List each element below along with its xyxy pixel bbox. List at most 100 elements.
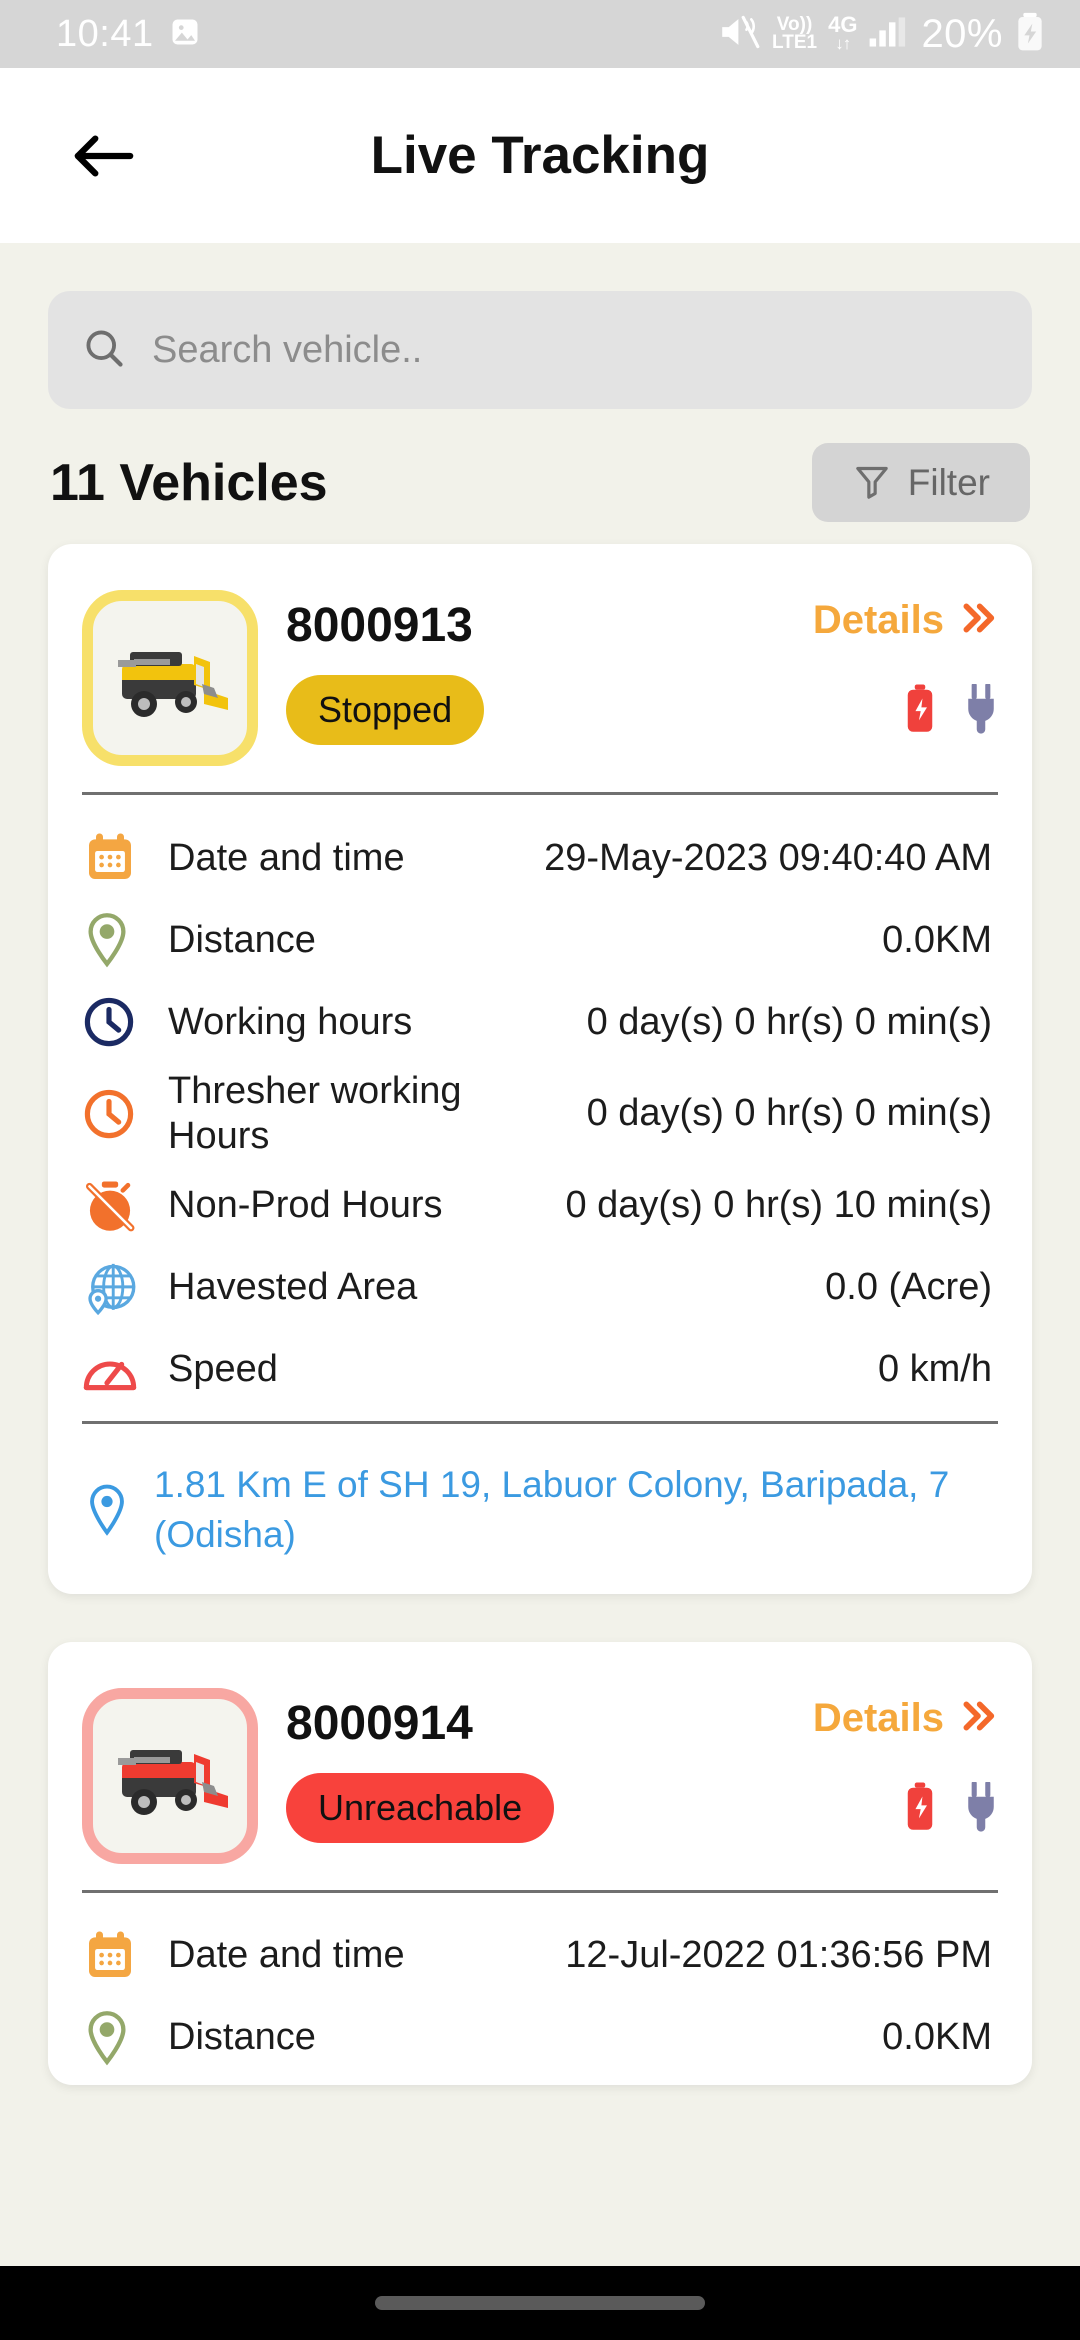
vehicle-card[interactable]: 8000913 Stopped Details Date and time 29…	[48, 544, 1032, 1594]
search-section	[48, 243, 1032, 409]
battery-icon	[906, 1781, 934, 1838]
signal-icon	[868, 15, 910, 54]
detail-label: Date and time	[168, 836, 405, 879]
detail-row: Non-Prod Hours 0 day(s) 0 hr(s) 10 min(s…	[82, 1165, 998, 1247]
detail-row: Date and time 29-May-2023 09:40:40 AM	[82, 817, 998, 899]
vehicle-thumbnail	[82, 1687, 258, 1864]
vehicle-identity: 8000913 Stopped	[286, 590, 785, 745]
details-button[interactable]: Details	[813, 598, 998, 643]
4g-icon: 4G ↓↑	[828, 12, 858, 54]
status-bar-right: Vo)) LTE1 4G ↓↑ 20%	[719, 12, 1046, 57]
details-label: Details	[812, 1695, 944, 1740]
vehicle-card-header: 8000914 Unreachable Details	[82, 1670, 998, 1886]
calendar-icon	[82, 1928, 168, 1984]
calendar-icon	[82, 830, 168, 886]
card-divider	[82, 1889, 998, 1893]
search-box[interactable]	[48, 291, 1032, 409]
map-pin-icon	[82, 2010, 168, 2066]
status-badge: Unreachable	[286, 1772, 555, 1843]
card-divider	[82, 792, 998, 795]
detail-label: Non-Prod Hours	[168, 1184, 443, 1227]
arrow-left-icon	[74, 134, 134, 177]
address-text: 1.81 Km E of SH 19, Labuor Colony, Barip…	[154, 1463, 950, 1555]
system-navigation-bar	[0, 2266, 1080, 2340]
detail-row: Date and time 12-Jul-2022 01:36:56 PM	[82, 1915, 998, 1997]
speedometer-icon	[82, 1346, 168, 1394]
app-bar: Live Tracking	[0, 68, 1080, 243]
detail-label: Thresher working Hours	[168, 1070, 462, 1157]
battery-charging-icon	[1014, 12, 1046, 57]
detail-row: Working hours 0 day(s) 0 hr(s) 0 min(s)	[82, 981, 998, 1063]
status-bar-clock: 10:41	[56, 12, 154, 55]
stopwatch-off-icon	[82, 1178, 168, 1234]
gesture-handle[interactable]	[375, 2296, 705, 2310]
detail-value: 0 day(s) 0 hr(s) 0 min(s)	[586, 1092, 992, 1135]
vehicle-card[interactable]: 8000914 Unreachable Details Date and tim…	[48, 1641, 1032, 2085]
search-icon	[82, 326, 126, 375]
detail-row: Havested Area 0.0 (Acre)	[82, 1247, 998, 1329]
detail-value: 29-May-2023 09:40:40 AM	[544, 836, 992, 879]
detail-label: Speed	[168, 1348, 278, 1391]
clock-navy-icon	[82, 995, 168, 1049]
vehicle-id: 8000914	[286, 1696, 473, 1750]
chevron-double-right-icon	[958, 598, 998, 643]
globe-icon	[82, 1259, 168, 1317]
filter-button[interactable]: Filter	[811, 443, 1030, 522]
detail-row: Thresher working Hours 0 day(s) 0 hr(s) …	[82, 1063, 998, 1165]
detail-value: 12-Jul-2022 01:36:56 PM	[565, 1934, 992, 1977]
vehicle-card-header: 8000913 Stopped Details	[82, 572, 998, 788]
detail-label: Havested Area	[168, 1266, 418, 1309]
detail-value: 0.0 (Acre)	[825, 1266, 992, 1309]
vehicle-detail-rows: Date and time 29-May-2023 09:40:40 AM Di…	[82, 805, 998, 1417]
battery-percent-label: 20%	[921, 11, 1003, 56]
detail-row: Distance 0.0KM	[82, 899, 998, 981]
map-pin-icon	[82, 912, 168, 968]
vehicle-identity: 8000914 Unreachable	[286, 1688, 785, 1843]
vehicle-detail-rows: Date and time 12-Jul-2022 01:36:56 PM Di…	[82, 1903, 998, 2085]
chevron-double-right-icon	[958, 1696, 998, 1741]
gallery-icon	[170, 16, 200, 53]
volte-icon: Vo)) LTE1	[772, 13, 818, 53]
detail-label: Distance	[168, 2016, 316, 2059]
phone-screen: 10:41 Vo)) LTE1 4G ↓↑ 20% Live Tracking …	[0, 0, 1080, 2340]
plug-icon	[964, 1780, 998, 1837]
list-header: 11 Vehicles Filter	[48, 409, 1032, 544]
detail-label: Working hours	[168, 1000, 413, 1043]
status-bar-left: 10:41	[56, 13, 200, 56]
filter-label: Filter	[907, 461, 990, 503]
detail-value: 0.0KM	[882, 2016, 992, 2059]
details-label: Details	[812, 598, 944, 642]
harvester-icon	[118, 652, 228, 717]
back-button[interactable]	[70, 121, 140, 191]
vehicle-id: 8000913	[286, 599, 473, 652]
detail-row: Distance 0.0KM	[82, 1997, 998, 2079]
vehicle-count-label: 11 Vehicles	[50, 453, 328, 512]
detail-value: 0 km/h	[877, 1348, 992, 1391]
location-pin-icon	[82, 1484, 132, 1536]
card-divider-bottom	[82, 1420, 998, 1424]
search-input[interactable]	[152, 328, 998, 372]
detail-row: Speed 0 km/h	[82, 1329, 998, 1411]
harvester-icon	[118, 1749, 228, 1815]
detail-value: 0 day(s) 0 hr(s) 10 min(s)	[565, 1184, 992, 1227]
detail-value: 0 day(s) 0 hr(s) 0 min(s)	[586, 1000, 992, 1043]
detail-value: 0.0KM	[882, 918, 992, 961]
funnel-icon	[852, 461, 892, 504]
plug-icon	[964, 682, 998, 739]
vehicle-thumbnail	[82, 590, 258, 766]
connectivity-icons	[906, 682, 998, 740]
detail-label: Distance	[168, 918, 316, 961]
battery-icon	[906, 683, 934, 740]
details-button[interactable]: Details	[813, 1696, 998, 1741]
vehicle-card-actions: Details	[813, 590, 998, 740]
detail-label: Date and time	[168, 1934, 405, 1977]
connectivity-icons	[906, 1780, 998, 1838]
vehicle-card-actions: Details	[813, 1688, 998, 1838]
scroll-content[interactable]: 11 Vehicles Filter	[0, 243, 1080, 2340]
vehicle-address[interactable]: 1.81 Km E of SH 19, Labuor Colony, Barip…	[82, 1434, 998, 1594]
status-bar: 10:41 Vo)) LTE1 4G ↓↑ 20%	[0, 0, 1080, 68]
mute-icon	[719, 14, 761, 55]
clock-orange-icon	[82, 1087, 168, 1141]
page-title: Live Tracking	[370, 126, 710, 185]
status-badge: Stopped	[286, 675, 485, 745]
